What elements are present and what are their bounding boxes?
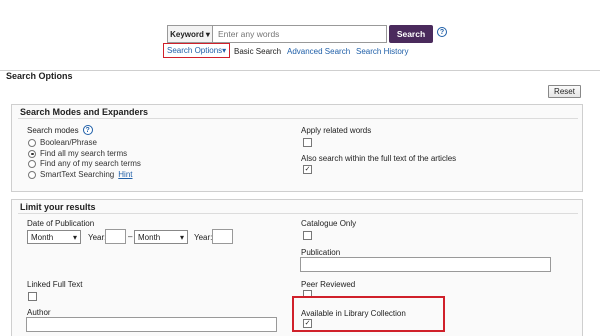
caret-down-icon: ▾ (205, 29, 210, 39)
linked-full-text-checkbox[interactable] (28, 292, 37, 301)
divider (18, 118, 578, 119)
mode-option[interactable]: Boolean/Phrase (28, 138, 97, 147)
related-words-label: Apply related words (301, 126, 372, 135)
modes-help-icon[interactable]: ? (82, 125, 93, 135)
caret-down-icon: ▾ (222, 46, 227, 55)
radio-boolean[interactable] (28, 138, 36, 147)
year-to-label: Year: (194, 233, 213, 242)
reset-button[interactable]: Reset (548, 85, 581, 98)
publication-input[interactable] (300, 257, 551, 272)
basic-search-link[interactable]: Basic Search (234, 47, 281, 56)
mode-label: Find any of my search terms (40, 159, 141, 168)
mode-label: SmartText Searching (40, 170, 115, 179)
related-words-checkbox[interactable] (303, 138, 312, 147)
hint-link[interactable]: Hint (118, 170, 132, 179)
search-modes-label: Search modes (27, 125, 79, 135)
month-from-select[interactable]: Month ▾ (27, 230, 81, 244)
modes-title: Search Modes and Expanders (20, 107, 149, 117)
divider (18, 213, 578, 214)
year-from-input[interactable] (105, 229, 126, 244)
month-from-value: Month (31, 232, 54, 242)
linked-full-text-label: Linked Full Text (27, 280, 83, 289)
full-text-label: Also search within the full text of the … (301, 154, 457, 163)
range-dash: – (128, 232, 133, 241)
year-to-input[interactable] (212, 229, 233, 244)
search-options-title: Search Options (6, 71, 73, 81)
advanced-search-link[interactable]: Advanced Search (287, 47, 350, 56)
caret-down-icon: ▾ (179, 232, 184, 242)
library-collection-checkbox[interactable]: ✓ (303, 319, 312, 328)
mode-option[interactable]: SmartText Searching Hint (28, 170, 133, 179)
radio-find-all[interactable] (28, 149, 36, 158)
date-label: Date of Publication (27, 219, 95, 228)
author-label: Author (27, 308, 51, 317)
mode-option[interactable]: Find any of my search terms (28, 159, 141, 168)
year-from-label: Year: (88, 233, 107, 242)
caret-down-icon: ▾ (72, 232, 77, 242)
field-select-label: Keyword (170, 29, 204, 39)
library-collection-label: Available in Library Collection (301, 309, 406, 318)
publication-label: Publication (301, 248, 341, 257)
field-select[interactable]: Keyword ▾ (167, 25, 212, 43)
mode-option[interactable]: Find all my search terms (28, 149, 127, 158)
search-input[interactable] (212, 25, 387, 43)
mode-label: Find all my search terms (40, 149, 128, 158)
month-to-value: Month (138, 232, 161, 242)
search-help-icon[interactable]: ? (437, 27, 447, 37)
limits-title: Limit your results (20, 202, 96, 212)
month-to-select[interactable]: Month ▾ (134, 230, 188, 244)
search-button[interactable]: Search (389, 25, 433, 43)
radio-find-any[interactable] (28, 159, 36, 168)
search-bar: Keyword ▾ (167, 25, 387, 43)
full-text-checkbox[interactable]: ✓ (303, 165, 312, 174)
mode-label: Boolean/Phrase (40, 138, 97, 147)
search-modes-group: Search modes ? (27, 125, 93, 135)
search-options-link[interactable]: Search Options▾ (163, 43, 231, 58)
radio-smarttext[interactable] (28, 170, 36, 179)
search-options-label: Search Options (167, 46, 223, 55)
peer-reviewed-label: Peer Reviewed (301, 280, 356, 289)
catalogue-label: Catalogue Only (301, 219, 357, 228)
search-history-link[interactable]: Search History (356, 47, 408, 56)
catalogue-checkbox[interactable] (303, 231, 312, 240)
author-input[interactable] (26, 317, 277, 332)
